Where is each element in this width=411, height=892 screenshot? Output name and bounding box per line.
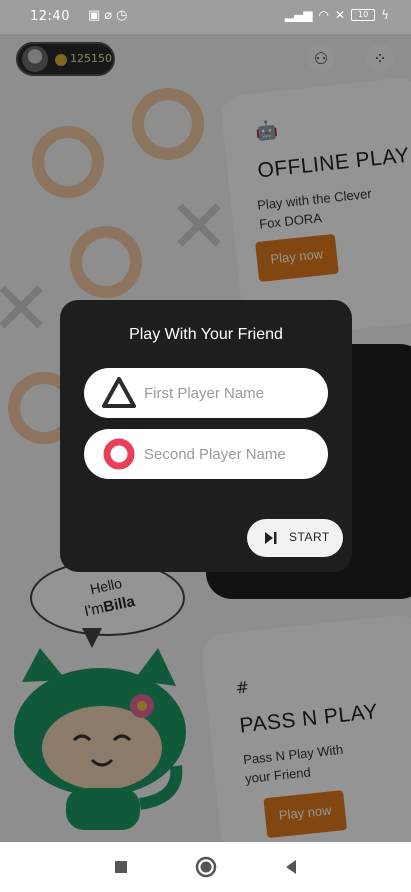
first-player-field[interactable]	[84, 368, 328, 418]
start-button[interactable]: START	[247, 519, 343, 557]
recent-apps-button[interactable]	[109, 855, 133, 879]
home-button[interactable]	[194, 855, 218, 879]
dialog-title: Play With Your Friend	[129, 326, 283, 343]
play-with-friend-dialog: Play With Your Friend START	[60, 300, 352, 572]
notification-off-icon: ⌀	[104, 8, 113, 23]
charging-icon: ϟ	[381, 8, 389, 22]
status-right-icons: ▂▄▆ ◠ ✕ 10 ϟ	[285, 8, 389, 22]
status-bar: 12:40 ▣ ⌀ ◷ ▂▄▆ ◠ ✕ 10 ϟ	[0, 0, 411, 34]
app-screen: ✕ ✕ 125150 ⚇ ⁘ 🤖 OFFLINE PLAY Play with …	[0, 34, 411, 842]
start-button-label: START	[289, 530, 330, 544]
triangle-icon	[102, 377, 136, 408]
sim-off-icon: ✕	[335, 8, 346, 22]
wifi-icon: ◠	[318, 8, 330, 22]
back-button[interactable]	[279, 855, 303, 879]
play-next-icon	[265, 532, 277, 544]
status-left-icons: ▣ ⌀ ◷	[88, 8, 127, 23]
signal-icon: ▂▄▆	[284, 8, 313, 22]
circle-icon	[103, 438, 135, 470]
status-time: 12:40	[30, 9, 70, 24]
battery-icon: 10	[351, 9, 376, 21]
alarm-icon: ◷	[116, 8, 128, 23]
second-player-input[interactable]	[144, 429, 320, 479]
first-player-input[interactable]	[144, 368, 320, 418]
system-navigation-bar	[0, 842, 411, 892]
video-icon: ▣	[88, 8, 101, 23]
second-player-field[interactable]	[84, 429, 328, 479]
